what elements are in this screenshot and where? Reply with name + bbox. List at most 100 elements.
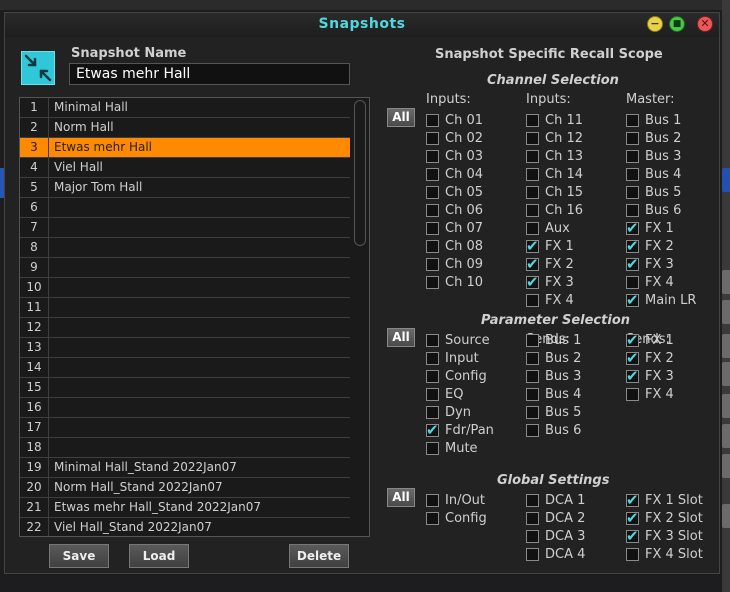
minimize-icon[interactable]: − bbox=[647, 16, 663, 32]
checkbox-empty-icon[interactable] bbox=[526, 424, 539, 437]
table-row[interactable]: 12 bbox=[20, 318, 350, 338]
table-row[interactable]: 22 Viel Hall_Stand 2022Jan07 bbox=[20, 518, 350, 536]
table-row[interactable]: 6 bbox=[20, 198, 350, 218]
checkbox-checked-icon[interactable]: ✔ bbox=[526, 255, 539, 273]
checkbox-empty-icon[interactable] bbox=[426, 334, 439, 347]
table-row[interactable]: 7 bbox=[20, 218, 350, 238]
checkbox-empty-icon[interactable] bbox=[526, 222, 539, 235]
checkbox-empty-icon[interactable] bbox=[426, 150, 439, 163]
checkbox-empty-icon[interactable] bbox=[426, 276, 439, 289]
checkbox-empty-icon[interactable] bbox=[526, 114, 539, 127]
check-icon: ✔ bbox=[626, 367, 639, 385]
checkbox-empty-icon[interactable] bbox=[426, 222, 439, 235]
checkbox-empty-icon[interactable] bbox=[426, 258, 439, 271]
checkbox-empty-icon[interactable] bbox=[526, 186, 539, 199]
checkbox-empty-icon[interactable] bbox=[626, 132, 639, 145]
checkbox-empty-icon[interactable] bbox=[426, 204, 439, 217]
checkbox-empty-icon[interactable] bbox=[526, 132, 539, 145]
checkbox-checked-icon[interactable]: ✔ bbox=[426, 421, 439, 439]
checkbox-checked-icon[interactable]: ✔ bbox=[626, 219, 639, 237]
table-row[interactable]: 16 bbox=[20, 398, 350, 418]
checkbox-checked-icon[interactable]: ✔ bbox=[626, 255, 639, 273]
checkbox-checked-icon[interactable]: ✔ bbox=[526, 273, 539, 291]
checkbox-empty-icon[interactable] bbox=[626, 276, 639, 289]
checkbox-empty-icon[interactable] bbox=[626, 114, 639, 127]
restore-icon[interactable]: ■ bbox=[669, 16, 685, 32]
check-icon: ✔ bbox=[526, 255, 539, 273]
checkbox-label: FX 1 bbox=[545, 239, 574, 254]
checkbox-checked-icon[interactable]: ✔ bbox=[626, 367, 639, 385]
checkbox-label: FX 2 bbox=[645, 239, 674, 254]
table-row[interactable]: 1 Minimal Hall bbox=[20, 98, 350, 118]
table-row[interactable]: 17 bbox=[20, 418, 350, 438]
snapshot-name: Major Tom Hall bbox=[54, 180, 143, 194]
checkbox-label: Ch 16 bbox=[545, 203, 583, 218]
snapshot-name-input[interactable] bbox=[69, 63, 350, 85]
checkbox-empty-icon[interactable] bbox=[526, 388, 539, 401]
checkbox-empty-icon[interactable] bbox=[426, 370, 439, 383]
table-row[interactable]: 20 Norm Hall_Stand 2022Jan07 bbox=[20, 478, 350, 498]
checkbox-checked-icon[interactable]: ✔ bbox=[626, 291, 639, 309]
checkbox-empty-icon[interactable] bbox=[526, 494, 539, 507]
table-row[interactable]: 10 bbox=[20, 278, 350, 298]
save-button[interactable]: Save bbox=[49, 544, 109, 568]
table-row[interactable]: 13 bbox=[20, 338, 350, 358]
checkbox-empty-icon[interactable] bbox=[526, 530, 539, 543]
checkbox-empty-icon[interactable] bbox=[526, 370, 539, 383]
close-icon[interactable]: ✕ bbox=[697, 16, 713, 32]
table-row[interactable]: 19 Minimal Hall_Stand 2022Jan07 bbox=[20, 458, 350, 478]
table-row[interactable]: 4 Viel Hall bbox=[20, 158, 350, 178]
load-button[interactable]: Load bbox=[129, 544, 189, 568]
checkbox-empty-icon[interactable] bbox=[526, 352, 539, 365]
table-row[interactable]: 2 Norm Hall bbox=[20, 118, 350, 138]
checkbox-empty-icon[interactable] bbox=[426, 512, 439, 525]
list-scrollbar[interactable] bbox=[354, 100, 366, 246]
checkbox-empty-icon[interactable] bbox=[626, 548, 639, 561]
checkbox-empty-icon[interactable] bbox=[426, 352, 439, 365]
checkbox-empty-icon[interactable] bbox=[626, 186, 639, 199]
checkbox-empty-icon[interactable] bbox=[426, 132, 439, 145]
checkbox-empty-icon[interactable] bbox=[526, 406, 539, 419]
checkbox-empty-icon[interactable] bbox=[626, 168, 639, 181]
checkbox-checked-icon[interactable]: ✔ bbox=[626, 349, 639, 367]
parameter-all-button[interactable]: All bbox=[387, 328, 415, 347]
checkbox-empty-icon[interactable] bbox=[426, 494, 439, 507]
checkbox-checked-icon[interactable]: ✔ bbox=[626, 237, 639, 255]
checkbox-checked-icon[interactable]: ✔ bbox=[626, 331, 639, 349]
checkbox-empty-icon[interactable] bbox=[626, 204, 639, 217]
checkbox-empty-icon[interactable] bbox=[426, 168, 439, 181]
checkbox-empty-icon[interactable] bbox=[526, 512, 539, 525]
checkbox-checked-icon[interactable]: ✔ bbox=[626, 509, 639, 527]
checkbox-empty-icon[interactable] bbox=[626, 150, 639, 163]
checkbox-empty-icon[interactable] bbox=[426, 442, 439, 455]
checkbox-empty-icon[interactable] bbox=[626, 388, 639, 401]
checkbox-empty-icon[interactable] bbox=[526, 204, 539, 217]
table-row[interactable]: 18 bbox=[20, 438, 350, 458]
delete-button[interactable]: Delete bbox=[289, 544, 349, 568]
side-tab bbox=[722, 454, 730, 478]
channel-all-button[interactable]: All bbox=[387, 108, 415, 127]
checkbox-empty-icon[interactable] bbox=[426, 186, 439, 199]
checkbox-empty-icon[interactable] bbox=[426, 114, 439, 127]
table-row[interactable]: 5 Major Tom Hall bbox=[20, 178, 350, 198]
table-row[interactable]: 8 bbox=[20, 238, 350, 258]
title-bar[interactable]: Snapshots − ■ ✕ bbox=[5, 13, 719, 37]
checkbox-checked-icon[interactable]: ✔ bbox=[626, 527, 639, 545]
global-all-button[interactable]: All bbox=[387, 488, 415, 507]
checkbox-empty-icon[interactable] bbox=[526, 294, 539, 307]
checkbox-empty-icon[interactable] bbox=[526, 334, 539, 347]
checkbox-empty-icon[interactable] bbox=[426, 406, 439, 419]
table-row[interactable]: 21 Etwas mehr Hall_Stand 2022Jan07 bbox=[20, 498, 350, 518]
checkbox-empty-icon[interactable] bbox=[526, 168, 539, 181]
table-row[interactable]: 9 bbox=[20, 258, 350, 278]
checkbox-checked-icon[interactable]: ✔ bbox=[526, 237, 539, 255]
checkbox-empty-icon[interactable] bbox=[426, 388, 439, 401]
table-row[interactable]: 11 bbox=[20, 298, 350, 318]
checkbox-empty-icon[interactable] bbox=[526, 150, 539, 163]
checkbox-checked-icon[interactable]: ✔ bbox=[626, 491, 639, 509]
table-row[interactable]: 15 bbox=[20, 378, 350, 398]
table-row[interactable]: 14 bbox=[20, 358, 350, 378]
table-row[interactable]: 3 Etwas mehr Hall bbox=[20, 138, 350, 158]
checkbox-empty-icon[interactable] bbox=[426, 240, 439, 253]
checkbox-empty-icon[interactable] bbox=[526, 548, 539, 561]
